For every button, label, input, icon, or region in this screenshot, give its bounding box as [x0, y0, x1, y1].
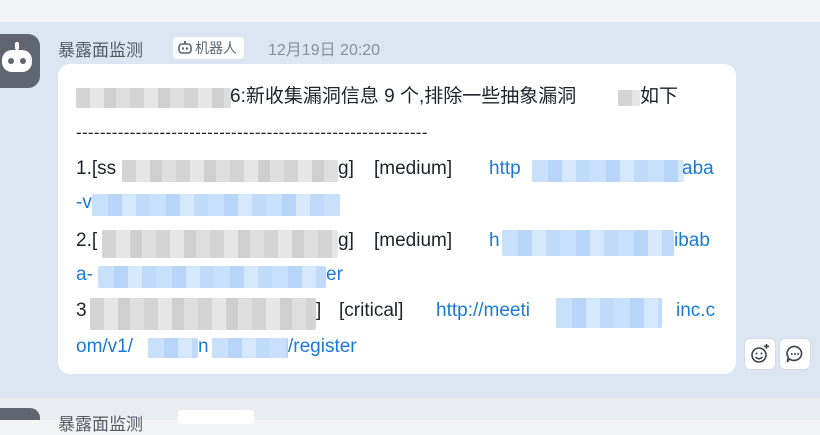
- redacted-text: [76, 88, 231, 108]
- vuln-3-prefix: 3: [76, 300, 87, 321]
- redacted-text: [90, 298, 316, 330]
- vuln-3-link-cont-mid[interactable]: n: [198, 332, 209, 362]
- vuln-2-prefix: 2.[: [76, 230, 98, 251]
- message-bubble: 6:新收集漏洞信息 9 个,排除一些抽象漏洞 如下 --------------…: [58, 64, 736, 374]
- vuln-2-link-cont[interactable]: a-: [76, 260, 93, 290]
- vuln-3-link[interactable]: http://meeti: [436, 296, 530, 326]
- message-header: 暴露面监测 机器人 12月19日 20:20: [58, 36, 380, 60]
- redacted-link[interactable]: [148, 338, 198, 358]
- vuln-3-name-tail: ]: [316, 300, 322, 321]
- robot-icon: [2, 42, 32, 72]
- separator-line: ----------------------------------------…: [76, 123, 428, 142]
- message-intro-tail: 如下: [640, 86, 679, 107]
- sender-name[interactable]: 暴露面监测: [58, 36, 143, 61]
- add-reaction-button[interactable]: [744, 338, 776, 370]
- vuln-1-prefix: 1.[ss: [76, 158, 117, 179]
- vuln-3-link-cont[interactable]: om/v1/: [76, 332, 133, 362]
- vuln-3-link-cont-tail[interactable]: /register: [288, 332, 357, 362]
- vuln-1-link-cont[interactable]: -v: [76, 188, 92, 218]
- previous-message-area: [0, 0, 820, 22]
- vuln-1-severity: [medium]: [374, 158, 453, 179]
- redacted-link[interactable]: [502, 230, 674, 256]
- vuln-1-link-tail[interactable]: aba: [682, 154, 714, 184]
- redacted-link[interactable]: [212, 338, 288, 358]
- emoji-plus-icon: [751, 344, 769, 363]
- next-bot-badge: [178, 410, 254, 424]
- vuln-1-link[interactable]: http: [489, 154, 521, 184]
- comment-icon: [786, 345, 803, 363]
- vuln-2-link-tail[interactable]: ibab: [674, 226, 710, 256]
- message-timestamp: 12月19日 20:20: [268, 42, 381, 59]
- vuln-3-severity: [critical]: [339, 300, 404, 321]
- redacted-text: [618, 90, 640, 106]
- bot-badge-label: 机器人: [195, 40, 237, 56]
- robot-icon: [178, 41, 192, 54]
- redacted-link[interactable]: [92, 194, 340, 216]
- message-intro: 6:新收集漏洞信息 9 个,排除一些抽象漏洞: [230, 86, 577, 107]
- reply-button[interactable]: [779, 338, 811, 370]
- vuln-2-severity: [medium]: [374, 230, 453, 251]
- bot-avatar[interactable]: [0, 34, 40, 88]
- redacted-link[interactable]: [98, 266, 326, 288]
- next-bot-avatar[interactable]: [0, 408, 40, 420]
- bot-badge: 机器人: [173, 37, 244, 59]
- redacted-text: [122, 160, 338, 182]
- vuln-1-name-tail: g]: [338, 158, 354, 179]
- vuln-3-link-tail[interactable]: inc.c: [676, 296, 715, 326]
- redacted-text: [102, 230, 338, 258]
- redacted-link[interactable]: [556, 298, 662, 328]
- next-sender-name[interactable]: 暴露面监测: [58, 410, 143, 435]
- redacted-link[interactable]: [532, 160, 684, 182]
- vuln-2-link[interactable]: h: [489, 226, 500, 256]
- vuln-2-name-tail: g]: [338, 230, 354, 251]
- vuln-2-link-cont-tail[interactable]: er: [326, 260, 343, 290]
